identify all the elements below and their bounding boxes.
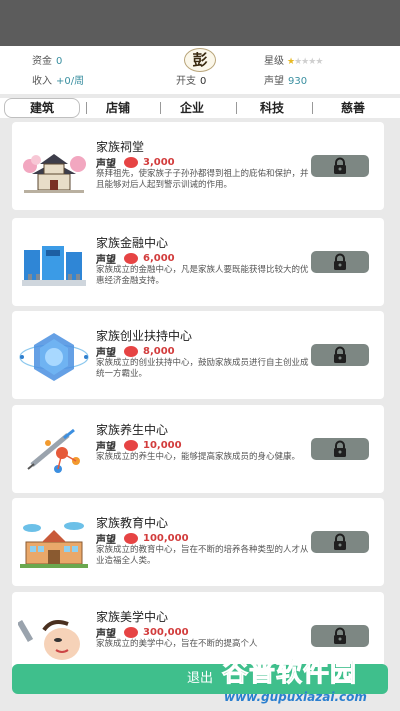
syringe-molecule-icon xyxy=(27,428,80,473)
building-card: 家族教育中心 声望 100,000 家族成立的教育中心，旨在不断的培养各种类型的… xyxy=(12,498,384,586)
prestige-cost-label: 声望 xyxy=(96,535,116,546)
lock-icon xyxy=(334,627,346,644)
heart-icon xyxy=(124,253,138,264)
prestige-cost: 声望 10,000 xyxy=(96,438,182,453)
building-name: 家族养生中心 xyxy=(96,423,169,437)
heart-icon xyxy=(124,533,138,544)
building-name: 家族教育中心 xyxy=(96,516,169,530)
tab-divider xyxy=(160,102,161,114)
funds-value: 0 xyxy=(56,56,63,67)
prestige-cost: 声望 3,000 xyxy=(96,155,175,170)
heart-icon xyxy=(124,157,138,168)
expense-stat: 开支 0 xyxy=(176,72,206,87)
prestige-cost-label: 声望 xyxy=(96,629,116,640)
locked-build-button[interactable] xyxy=(311,625,369,647)
tab-shops[interactable]: 店铺 xyxy=(88,98,148,118)
lock-icon xyxy=(334,440,346,457)
watermark: 谷普软件园 www.gupuxiazai.com xyxy=(221,652,398,710)
prestige-cost-label: 声望 xyxy=(96,159,116,170)
building-list[interactable]: 家族祠堂 声望 3,000 祭拜祖先，使家族子子孙孙都得到祖上的庇佑和保护，并且… xyxy=(12,122,384,667)
stats-panel: 资金 0 收入 +0/周 彭 开支 0 星级 ★★★★★ 声望 930 xyxy=(0,46,400,94)
locked-build-button[interactable] xyxy=(311,155,369,177)
prestige-cost-value: 100,000 xyxy=(143,533,189,544)
avatar[interactable]: 彭 xyxy=(184,48,216,72)
income-stat: 收入 +0/周 xyxy=(32,72,84,87)
prestige-cost-value: 6,000 xyxy=(143,253,175,264)
building-name: 家族祠堂 xyxy=(96,140,145,154)
star-icon: ★ xyxy=(315,57,323,67)
prestige-cost: 声望 6,000 xyxy=(96,251,175,266)
prestige-cost-label: 声望 xyxy=(96,255,116,266)
heart-icon xyxy=(124,627,138,638)
top-bar xyxy=(0,0,400,46)
locked-build-button[interactable] xyxy=(311,344,369,366)
lock-icon xyxy=(334,346,346,363)
heart-icon xyxy=(124,440,138,451)
building-description: 家族成立的创业扶持中心，鼓励家族成员进行自主创业成统一方霸业。 xyxy=(96,358,309,379)
building-card: 家族祠堂 声望 3,000 祭拜祖先，使家族子子孙孙都得到祖上的庇佑和保护，并且… xyxy=(12,122,384,210)
tab-divider xyxy=(86,102,87,114)
prestige-cost-value: 8,000 xyxy=(143,346,175,357)
locked-build-button[interactable] xyxy=(311,438,369,460)
category-tabs: 建筑 店铺 企业 科技 慈善 xyxy=(0,98,400,118)
heart-icon xyxy=(124,346,138,357)
school-building-icon xyxy=(20,522,88,568)
watermark-url: www.gupuxiazai.com xyxy=(224,690,367,704)
globe-hexagon-icon xyxy=(19,333,89,381)
prestige-cost: 声望 8,000 xyxy=(96,344,175,359)
bank-building-icon xyxy=(22,246,86,286)
building-description: 家族成立的养生中心，能够提高家族成员的身心健康。 xyxy=(96,452,301,462)
prestige-cost-value: 10,000 xyxy=(143,440,182,451)
prestige-label: 声望 xyxy=(264,76,284,87)
building-card: 家族创业扶持中心 声望 8,000 家族成立的创业扶持中心，鼓励家族成员进行自主… xyxy=(12,311,384,399)
prestige-value: 930 xyxy=(288,76,308,87)
expense-label: 开支 xyxy=(176,76,196,87)
tab-technology[interactable]: 科技 xyxy=(242,98,302,118)
building-description: 祭拜祖先，使家族子子孙孙都得到祖上的庇佑和保护，并且能够对后人起到警示训诫的作用… xyxy=(96,169,309,190)
lock-icon xyxy=(334,253,346,270)
income-value: +0/周 xyxy=(56,76,85,87)
prestige-cost-label: 声望 xyxy=(96,442,116,453)
tab-buildings[interactable]: 建筑 xyxy=(4,98,80,118)
income-label: 收入 xyxy=(32,76,52,87)
ancestral-hall-icon xyxy=(23,154,86,193)
building-name: 家族美学中心 xyxy=(96,610,169,624)
locked-build-button[interactable] xyxy=(311,251,369,273)
prestige-cost: 声望 100,000 xyxy=(96,531,189,546)
lock-icon xyxy=(334,533,346,550)
building-name: 家族创业扶持中心 xyxy=(96,329,193,343)
prestige-cost: 声望 300,000 xyxy=(96,625,189,640)
watermark-title: 谷普软件园 xyxy=(221,658,358,689)
building-description: 家族成立的教育中心，旨在不断的培养各种类型的人才从业造福全人类。 xyxy=(96,545,309,566)
star-label: 星级 xyxy=(264,56,284,67)
tab-enterprises[interactable]: 企业 xyxy=(162,98,222,118)
star-rating: ★★★★★ xyxy=(287,57,323,67)
building-description: 家族成立的金融中心，凡是家族人要既能获得比较大的优惠经济金融支持。 xyxy=(96,265,309,286)
tab-charity[interactable]: 慈善 xyxy=(322,98,384,118)
prestige-cost-value: 3,000 xyxy=(143,157,175,168)
beauty-face-icon xyxy=(18,619,80,660)
building-description: 家族成立的美学中心，旨在不断的提高个人 xyxy=(96,639,258,649)
building-card: 家族金融中心 声望 6,000 家族成立的金融中心，凡是家族人要既能获得比较大的… xyxy=(12,218,384,306)
tab-divider xyxy=(236,102,237,114)
tab-divider xyxy=(312,102,313,114)
star-stat: 星级 ★★★★★ xyxy=(264,52,323,67)
building-card: 家族养生中心 声望 10,000 家族成立的养生中心，能够提高家族成员的身心健康… xyxy=(12,405,384,493)
funds-stat: 资金 0 xyxy=(32,52,62,67)
locked-build-button[interactable] xyxy=(311,531,369,553)
funds-label: 资金 xyxy=(32,56,52,67)
prestige-stat: 声望 930 xyxy=(264,72,307,87)
lock-icon xyxy=(334,157,346,174)
prestige-cost-label: 声望 xyxy=(96,348,116,359)
expense-value: 0 xyxy=(200,76,207,87)
building-name: 家族金融中心 xyxy=(96,236,169,250)
prestige-cost-value: 300,000 xyxy=(143,627,189,638)
